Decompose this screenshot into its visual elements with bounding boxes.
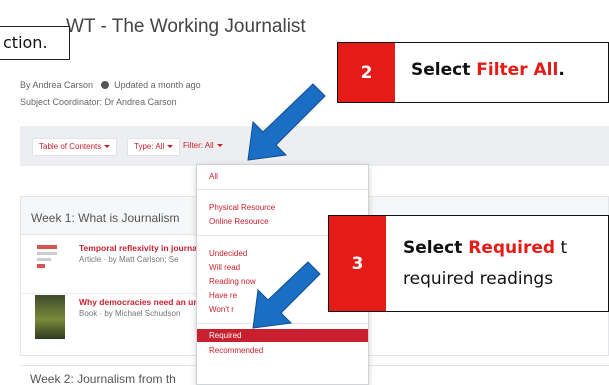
week-2-title[interactable]: Week 2: Journalism from th [30,372,176,385]
resource-title[interactable]: Temporal reflexivity in journa [79,243,197,253]
instruction-callout-step-1: ction. [0,26,70,60]
clock-icon [100,81,109,89]
instruction-callout-step-2: 2 Select Filter All. [337,42,609,103]
resource-title[interactable]: Why democracies need an un [79,297,199,307]
chevron-down-icon [216,144,223,147]
toc-label: Table of Contents [39,142,102,151]
author-name[interactable]: By Andrea Carson [20,80,93,90]
resource-meta: Book · by Michael Schudson [79,309,181,318]
step-3-text: Select Required t [403,238,568,258]
filter-dropdown-toggle[interactable]: Filter: All [183,141,223,150]
filter-bar: Table of Contents Type: All Filter: All [20,126,609,166]
step-number: 3 [329,216,386,311]
week-1-title: Week 1: What is Journalism [31,211,180,225]
instruction-callout-step-3: 3 Select Required t required readings [328,215,609,312]
subject-coordinator: Subject Coordinator: Dr Andrea Carson [20,97,177,107]
table-of-contents-button[interactable]: Table of Contents [32,138,118,156]
divider [197,323,368,324]
filter-option-required[interactable]: Required [197,329,368,342]
filter-label: Filter: All [183,141,214,150]
chevron-down-icon [104,145,111,148]
step-3-text-line-2: required readings [403,269,554,289]
resource-meta: Article · by Matt Carlson; Se [79,255,179,264]
filter-option-physical-resource[interactable]: Physical Resource [197,201,368,215]
page-title: WT - The Working Journalist [66,16,306,37]
type-filter-button[interactable]: Type: All [127,138,181,156]
reading-list-page: WT - The Working Journalist By Andrea Ca… [0,0,609,385]
type-label: Type: All [134,142,165,151]
author-line: By Andrea Carson Updated a month ago [20,80,201,90]
book-cover-image [35,295,65,339]
step-number: 2 [338,43,395,102]
filter-option-recommended[interactable]: Recommended [197,344,368,358]
step-2-text: Select Filter All. [411,60,565,80]
chevron-down-icon [167,145,174,148]
updated-text: Updated a month ago [114,80,201,90]
article-icon [35,241,59,269]
filter-option-all[interactable]: All [197,170,368,184]
divider [197,189,368,190]
